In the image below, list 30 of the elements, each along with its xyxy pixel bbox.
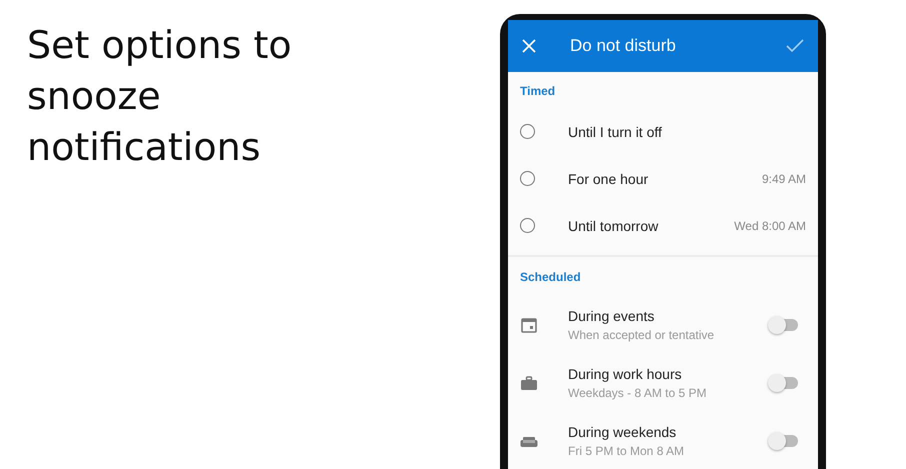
- radio-button[interactable]: [520, 171, 535, 186]
- list-item[interactable]: Until I turn it off: [508, 108, 818, 155]
- radio-button[interactable]: [520, 124, 535, 139]
- item-label: Until I turn it off: [568, 124, 663, 140]
- section-header: Scheduled: [519, 270, 582, 286]
- time-label: 9:49 AM: [762, 172, 806, 186]
- checkmark-icon: [786, 39, 804, 53]
- item-subtitle: Fri 5 PM to Mon 8 AM: [568, 444, 686, 458]
- item-label: During events: [568, 308, 656, 324]
- list-item[interactable]: During work hours Weekdays - 8 AM to 5 PM: [508, 354, 818, 412]
- close-icon: [522, 39, 536, 53]
- list-item[interactable]: Until tomorrow Wed 8:00 AM: [508, 202, 818, 249]
- item-label: Until tomorrow: [568, 218, 660, 234]
- close-button[interactable]: [520, 37, 538, 55]
- app-bar-title: Do not disturb: [570, 36, 677, 56]
- list-item[interactable]: For one hour 9:49 AM: [508, 155, 818, 202]
- item-label: During weekends: [568, 424, 678, 440]
- headline: Set options to snooze notifications: [27, 22, 293, 171]
- calendar-icon: [520, 316, 538, 334]
- list-item[interactable]: During events When accepted or tentative: [508, 296, 818, 354]
- item-subtitle: When accepted or tentative: [568, 328, 716, 342]
- list-item[interactable]: During weekends Fri 5 PM to Mon 8 AM: [508, 412, 818, 469]
- briefcase-icon: [520, 374, 538, 392]
- item-label: For one hour: [568, 170, 650, 186]
- item-label: During work hours: [568, 366, 683, 382]
- radio-button[interactable]: [520, 218, 535, 233]
- confirm-button[interactable]: [784, 37, 806, 55]
- section-header: Timed: [519, 84, 556, 100]
- item-subtitle: Weekdays - 8 AM to 5 PM: [568, 386, 708, 400]
- time-label: Wed 8:00 AM: [734, 218, 806, 232]
